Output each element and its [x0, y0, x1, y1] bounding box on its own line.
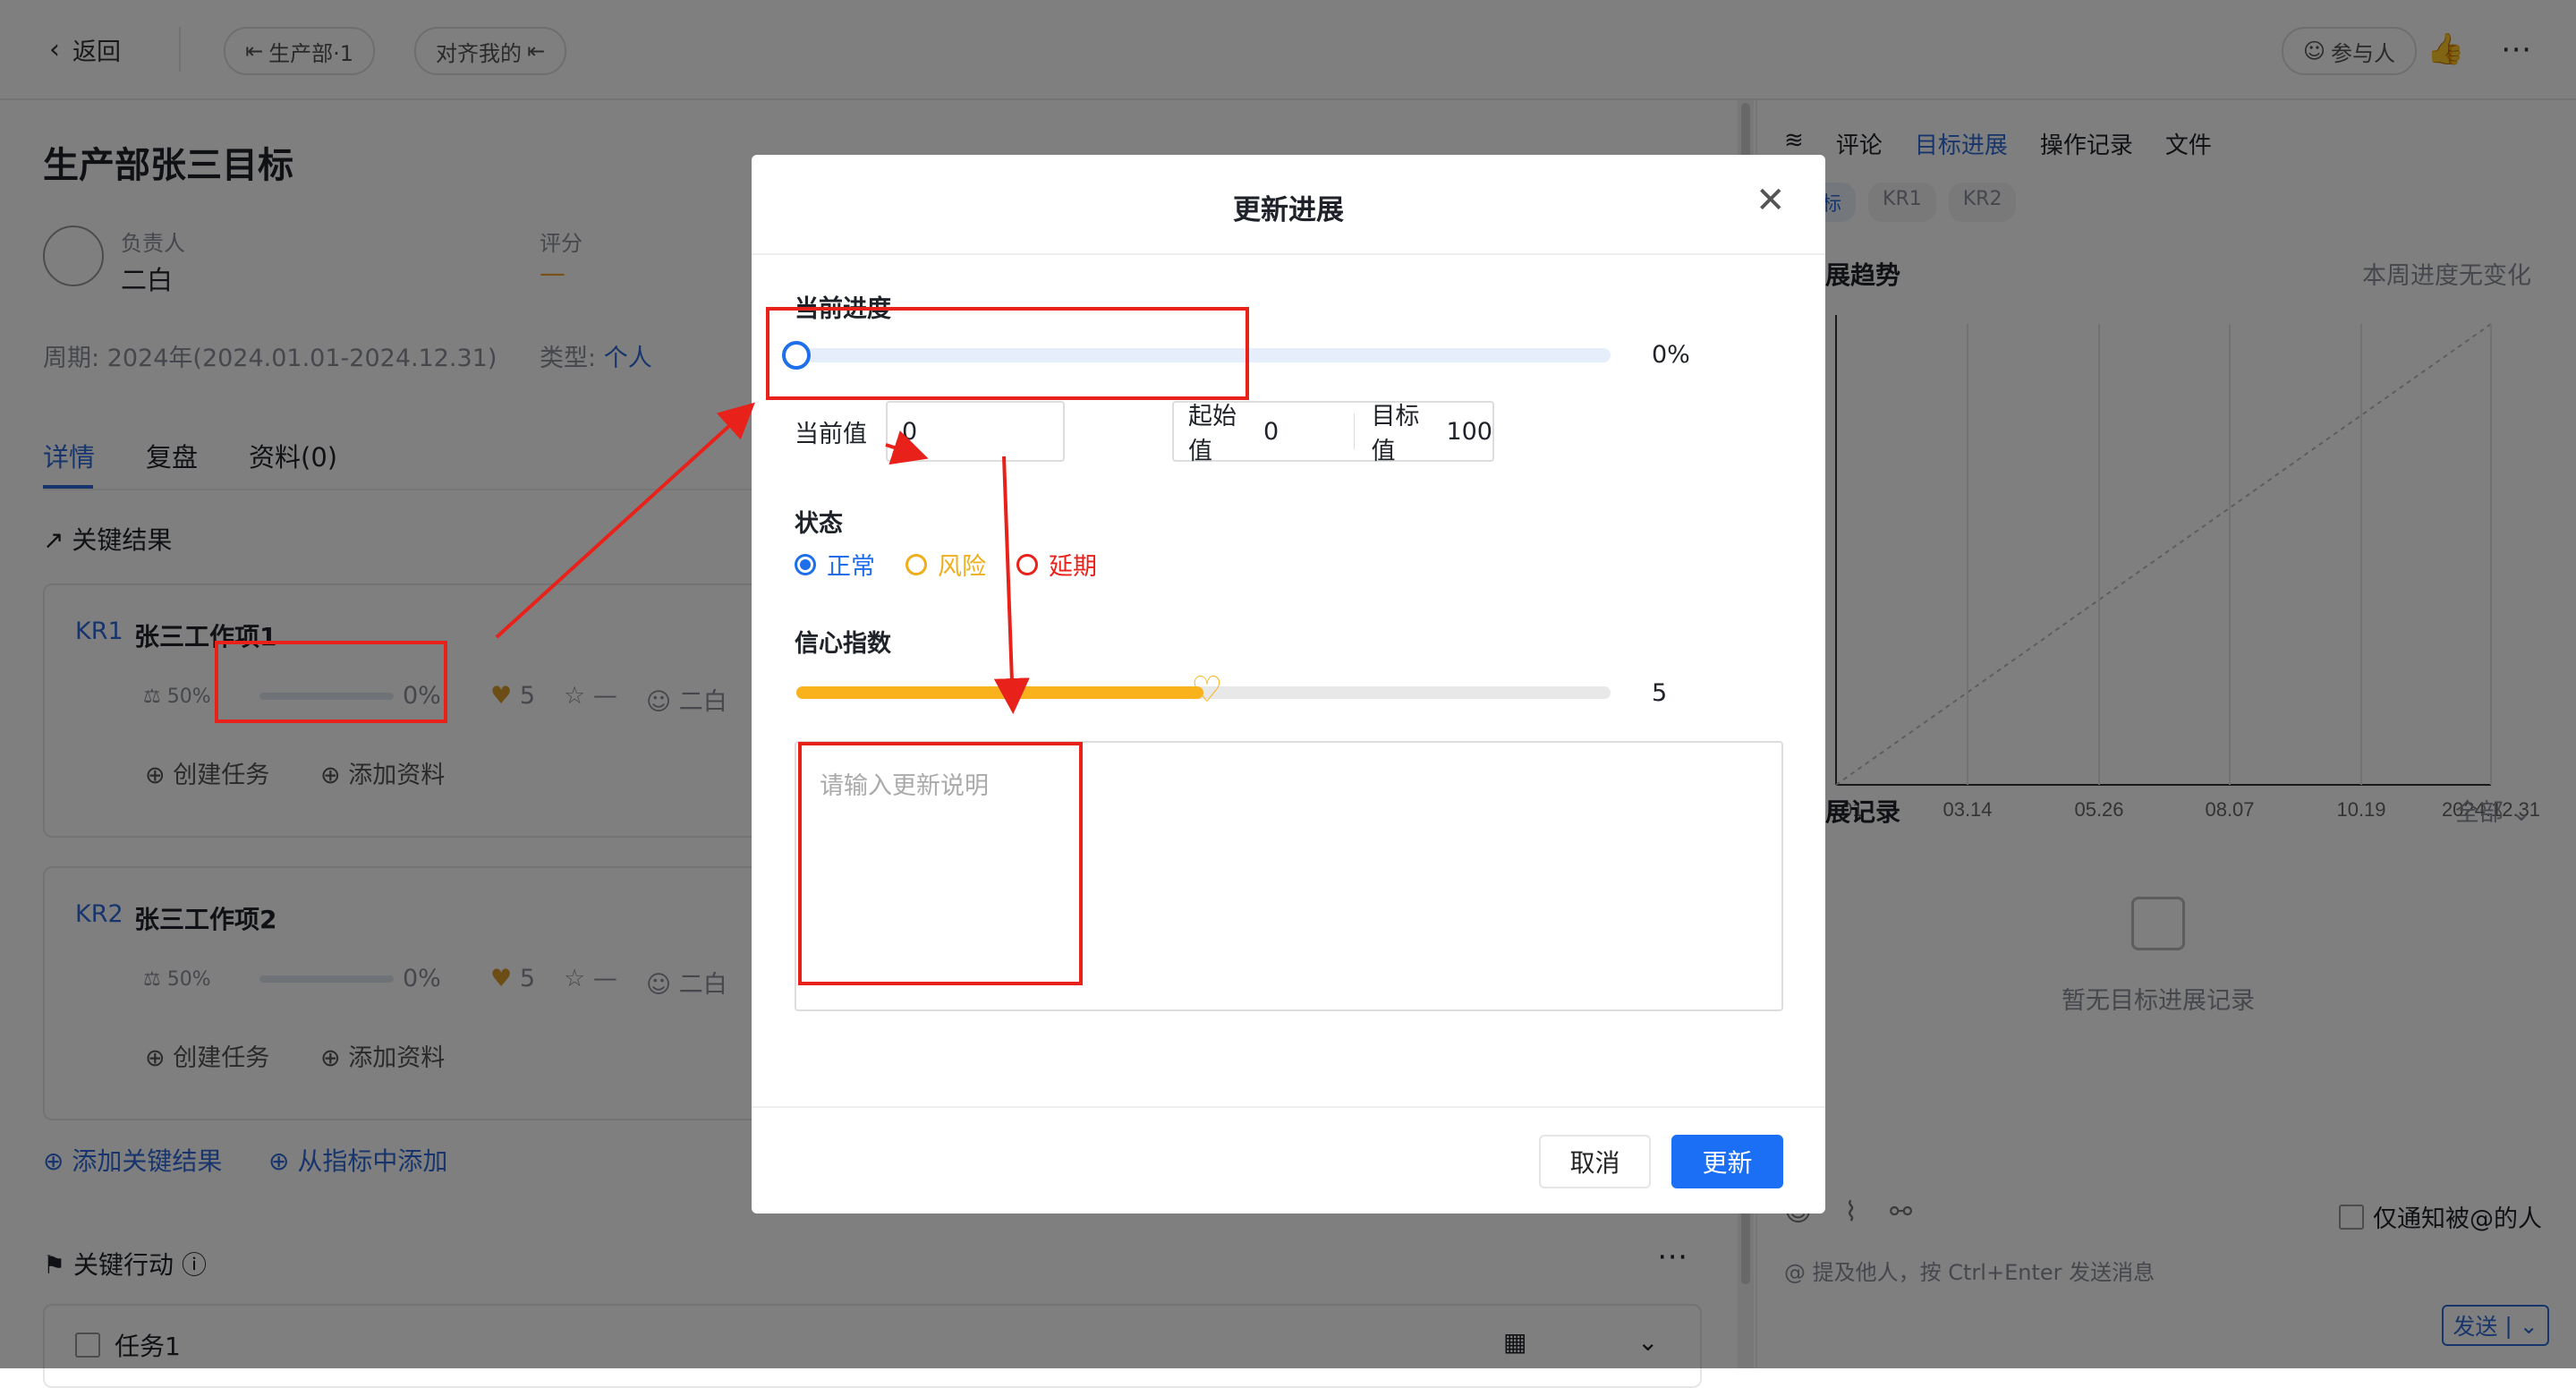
annotation-arrows	[495, 402, 1030, 714]
